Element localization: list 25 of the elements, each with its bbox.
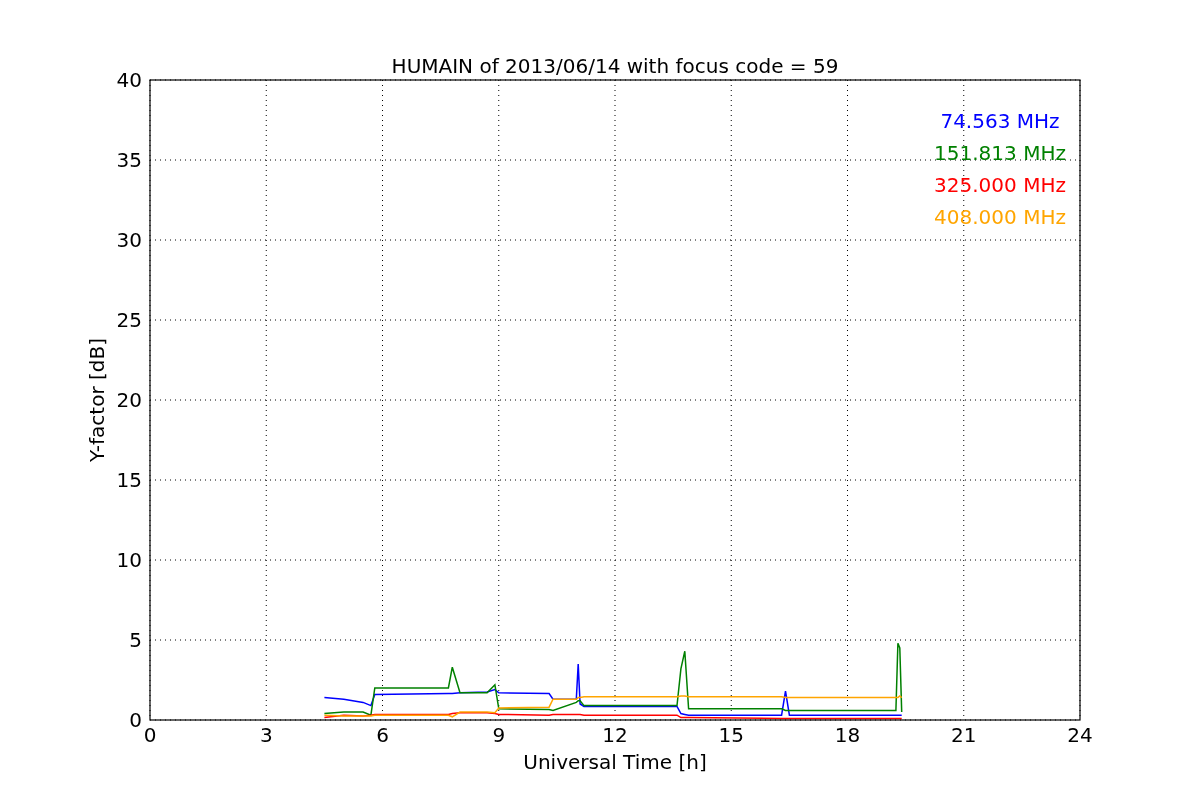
y-tick-label: 20: [116, 388, 142, 412]
y-tick-label: 40: [116, 68, 142, 92]
y-tick-label: 10: [116, 548, 142, 572]
x-tick-label: 6: [376, 723, 389, 747]
y-tick-label: 5: [129, 628, 142, 652]
x-tick-label: 12: [602, 723, 628, 747]
x-axis-label: Universal Time [h]: [523, 750, 707, 774]
x-tick-label: 9: [492, 723, 506, 747]
y-axis-label: Y-factor [dB]: [85, 338, 109, 462]
x-tick-label: 3: [259, 723, 273, 747]
x-tick-label: 18: [834, 723, 861, 747]
y-tick-label: 30: [116, 228, 142, 252]
x-tick-label: 24: [1067, 723, 1093, 747]
legend-label: 151.813 MHz: [934, 141, 1066, 165]
y-tick-label: 15: [116, 468, 142, 492]
y-tick-label: 25: [116, 308, 142, 332]
x-tick-label: 0: [143, 723, 157, 747]
chart-title: HUMAIN of 2013/06/14 with focus code = 59: [391, 54, 839, 78]
legend-label: 408.000 MHz: [934, 205, 1066, 229]
y-tick-label: 0: [129, 708, 142, 732]
legend-label: 325.000 MHz: [934, 173, 1066, 197]
x-tick-label: 21: [951, 723, 977, 747]
y-tick-label: 35: [116, 148, 142, 172]
legend-label: 74.563 MHz: [940, 109, 1060, 133]
x-tick-label: 15: [718, 723, 744, 747]
